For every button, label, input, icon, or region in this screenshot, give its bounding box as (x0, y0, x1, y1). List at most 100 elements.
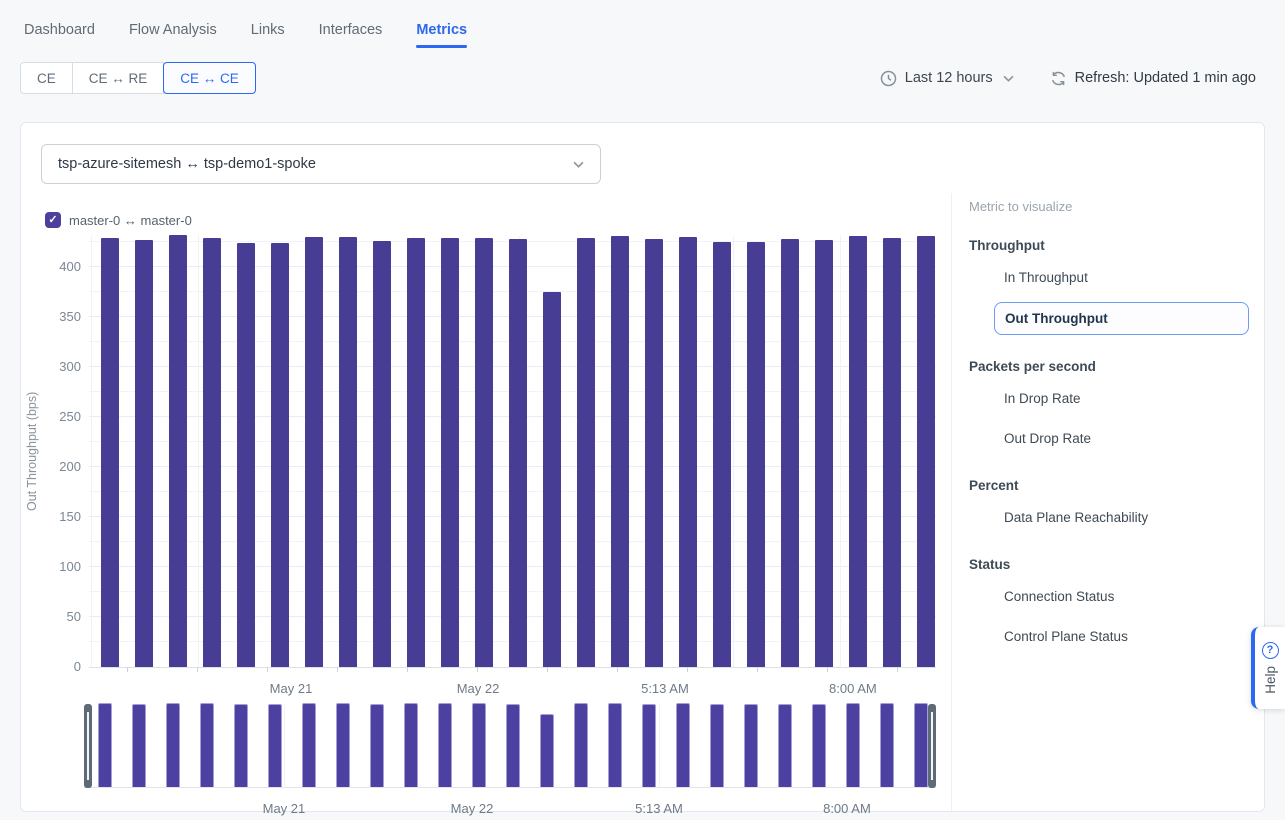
navigator-bar (370, 704, 384, 787)
navigator-axis-label: 8:00 AM (807, 801, 887, 816)
throughput-bar[interactable] (917, 236, 935, 667)
help-button[interactable]: ? Help (1251, 627, 1285, 709)
time-range-dropdown[interactable]: Last 12 hours (880, 70, 1014, 87)
navigator-axis-label: May 22 (432, 801, 512, 816)
x-axis-tick (827, 667, 828, 672)
time-range-label: Last 12 hours (905, 70, 993, 86)
throughput-bar[interactable] (543, 292, 561, 667)
series-legend-toggle[interactable]: ✓ master-0 ↔ master-0 (45, 212, 192, 228)
navigator-bar (846, 703, 860, 787)
x-axis-tick (127, 667, 128, 672)
x-axis-tick (617, 667, 618, 672)
refresh-icon (1050, 70, 1067, 87)
link-pair-select-value: tsp-azure-sitemesh ↔ tsp-demo1-spoke (58, 156, 316, 172)
navigator-bar (710, 704, 724, 787)
tab-ce-ce[interactable]: CE ↔ CE (163, 62, 256, 94)
metrics-panel: tsp-azure-sitemesh ↔ tsp-demo1-spoke ✓ m… (20, 122, 1265, 812)
x-axis-tick (897, 667, 898, 672)
throughput-bar[interactable] (645, 239, 663, 667)
nav-item-links[interactable]: Links (251, 22, 285, 48)
navigator-left-handle[interactable] (84, 704, 92, 788)
view-tab-group: CE CE ↔ RE CE ↔ CE (20, 62, 256, 94)
throughput-bar[interactable] (747, 242, 765, 667)
throughput-bar[interactable] (883, 238, 901, 667)
metric-item-control-plane-status[interactable]: Control Plane Status (969, 621, 1249, 652)
metric-group-packets-per-second: Packets per second (969, 359, 1249, 374)
y-axis-tick-label: 50 (39, 609, 81, 624)
throughput-bar-chart: Out Throughput (bps) 0501001502002503003… (89, 236, 936, 667)
throughput-bar[interactable] (169, 235, 187, 667)
navigator-bar (268, 704, 282, 787)
throughput-bar[interactable] (203, 238, 221, 667)
metric-item-connection-status[interactable]: Connection Status (969, 581, 1249, 612)
metric-group-status: Status (969, 557, 1249, 572)
clock-icon (880, 70, 897, 87)
y-axis-tick-label: 200 (39, 459, 81, 474)
metric-item-data-plane-reachability[interactable]: Data Plane Reachability (969, 502, 1249, 533)
throughput-bar[interactable] (135, 240, 153, 667)
throughput-bar[interactable] (271, 243, 289, 667)
chevron-down-icon (573, 156, 584, 172)
navigator-bar (438, 703, 452, 787)
series-checkbox[interactable]: ✓ (45, 212, 61, 228)
throughput-bar[interactable] (475, 238, 493, 667)
metric-group-throughput: Throughput (969, 238, 1249, 253)
x-axis-tick (547, 667, 548, 672)
throughput-bar[interactable] (781, 239, 799, 667)
navigator-bar (880, 703, 894, 787)
navigator-bar (336, 703, 350, 787)
sidebar-divider (951, 193, 952, 811)
gridline-vertical (91, 236, 92, 667)
navigator-bar (744, 704, 758, 787)
refresh-button[interactable]: Refresh: Updated 1 min ago (1050, 70, 1256, 87)
throughput-bar[interactable] (849, 236, 867, 667)
nav-item-flow-analysis[interactable]: Flow Analysis (129, 22, 217, 48)
throughput-bar[interactable] (815, 240, 833, 667)
nav-item-dashboard[interactable]: Dashboard (24, 22, 95, 48)
metric-item-out-drop-rate[interactable]: Out Drop Rate (969, 423, 1249, 454)
navigator-bar (506, 704, 520, 787)
navigator-bar (302, 703, 316, 787)
y-axis-tick-label: 0 (39, 659, 81, 674)
metric-sidebar-title: Metric to visualize (969, 199, 1249, 214)
tab-ce[interactable]: CE (20, 62, 73, 94)
navigator-gridline (659, 704, 660, 787)
navigator-right-handle[interactable] (928, 704, 936, 788)
throughput-bar[interactable] (339, 237, 357, 667)
navigator-bar (132, 704, 146, 787)
metric-item-out-throughput[interactable]: Out Throughput (994, 302, 1249, 335)
navigator-gridline (284, 704, 285, 787)
gridline-vertical (198, 236, 199, 667)
y-axis-title: Out Throughput (bps) (25, 236, 41, 667)
throughput-bar[interactable] (611, 236, 629, 667)
throughput-bar[interactable] (713, 242, 731, 667)
throughput-bar[interactable] (407, 238, 425, 667)
x-axis-tick (477, 667, 478, 672)
nav-item-interfaces[interactable]: Interfaces (319, 22, 383, 48)
throughput-bar[interactable] (509, 239, 527, 667)
throughput-bar[interactable] (441, 238, 459, 667)
metric-item-in-drop-rate[interactable]: In Drop Rate (969, 383, 1249, 414)
chevron-down-icon (1003, 75, 1014, 82)
navigator-axis-label: May 21 (244, 801, 324, 816)
nav-item-metrics[interactable]: Metrics (416, 22, 467, 48)
metric-item-in-throughput[interactable]: In Throughput (969, 262, 1249, 293)
time-range-navigator[interactable] (84, 704, 936, 788)
x-axis-tick (757, 667, 758, 672)
link-pair-select[interactable]: tsp-azure-sitemesh ↔ tsp-demo1-spoke (41, 144, 601, 184)
navigator-bar (472, 703, 486, 787)
throughput-bar[interactable] (237, 243, 255, 667)
throughput-bar[interactable] (679, 237, 697, 667)
time-controls: Last 12 hours Refresh: Updated 1 min ago (880, 70, 1256, 87)
throughput-bar[interactable] (373, 241, 391, 667)
help-button-label: Help (1263, 666, 1278, 694)
throughput-bar[interactable] (101, 238, 119, 667)
question-mark-icon: ? (1262, 642, 1279, 659)
navigator-bar (234, 704, 248, 787)
y-axis-tick-label: 150 (39, 509, 81, 524)
refresh-status-label: Refresh: Updated 1 min ago (1075, 70, 1256, 86)
throughput-bar[interactable] (305, 237, 323, 667)
throughput-bar[interactable] (577, 238, 595, 667)
x-axis-tick (337, 667, 338, 672)
tab-ce-re[interactable]: CE ↔ RE (72, 62, 165, 94)
